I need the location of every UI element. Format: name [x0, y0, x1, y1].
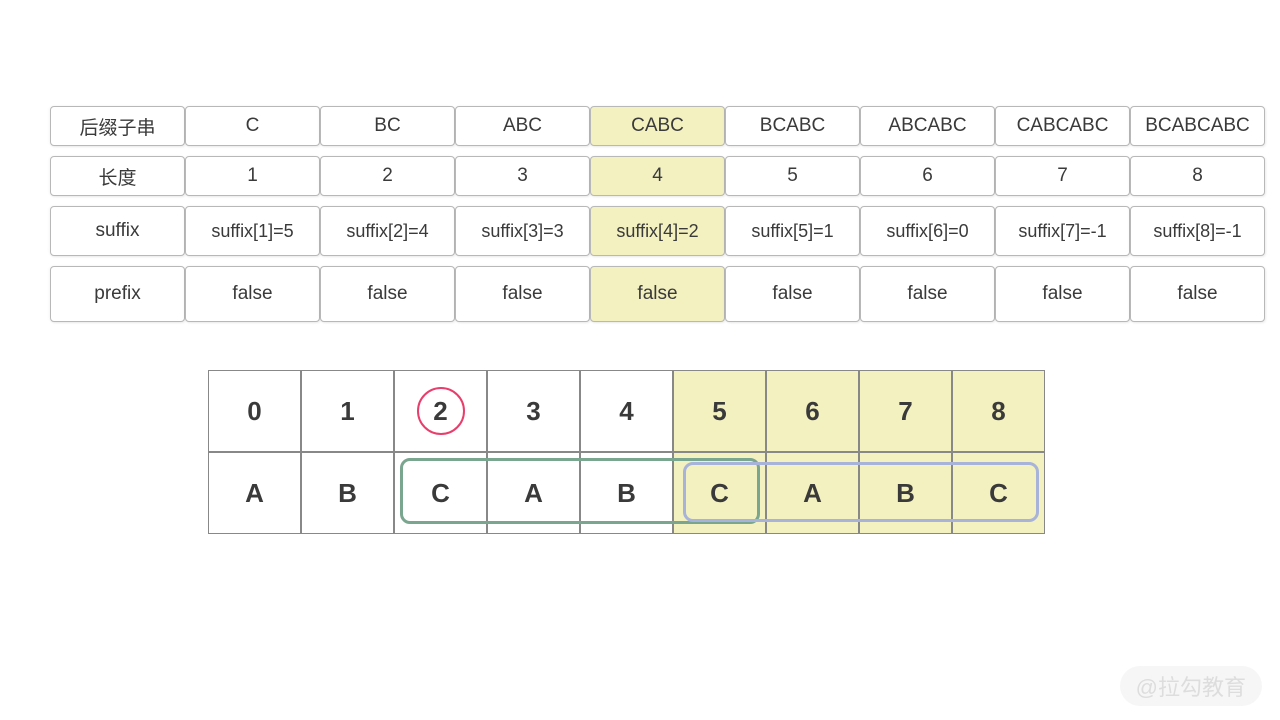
table-cell: 8 — [1130, 156, 1265, 196]
table-cell: false — [995, 266, 1130, 322]
row-label: 长度 — [50, 156, 185, 196]
table-cell: suffix[1]=5 — [185, 206, 320, 256]
table-cell: false — [725, 266, 860, 322]
table-cell: BC — [320, 106, 455, 146]
row-label: suffix — [50, 206, 185, 256]
table-cell: 2 — [320, 156, 455, 196]
char-cell: C — [673, 452, 766, 534]
table-cell: suffix[3]=3 — [455, 206, 590, 256]
char-cell: C — [952, 452, 1045, 534]
table-cell: false — [185, 266, 320, 322]
lower-table-container: 012345678ABCABCABC — [208, 370, 1045, 534]
table-cell: 1 — [185, 156, 320, 196]
table-cell: BCABC — [725, 106, 860, 146]
index-cell: 0 — [208, 370, 301, 452]
index-string-table: 012345678ABCABCABC — [208, 370, 1045, 534]
table-cell: CABC — [590, 106, 725, 146]
table-cell: 7 — [995, 156, 1130, 196]
table-cell: 6 — [860, 156, 995, 196]
row-label: prefix — [50, 266, 185, 322]
index-cell: 5 — [673, 370, 766, 452]
index-cell: 8 — [952, 370, 1045, 452]
table-cell: false — [1130, 266, 1265, 322]
table-cell: 3 — [455, 156, 590, 196]
table-cell: false — [455, 266, 590, 322]
table-cell: suffix[8]=-1 — [1130, 206, 1265, 256]
table-cell: suffix[4]=2 — [590, 206, 725, 256]
table-cell: false — [860, 266, 995, 322]
table-cell: ABCABC — [860, 106, 995, 146]
circle-highlight — [417, 387, 465, 435]
char-cell: A — [487, 452, 580, 534]
index-cell: 4 — [580, 370, 673, 452]
suffix-prefix-table: 后缀子串CBCABCCABCBCABCABCABCCABCABCBCABCABC… — [50, 106, 1265, 322]
char-cell: B — [301, 452, 394, 534]
index-cell: 3 — [487, 370, 580, 452]
table-cell: C — [185, 106, 320, 146]
row-label: 后缀子串 — [50, 106, 185, 146]
watermark: @拉勾教育 — [1120, 666, 1262, 706]
index-cell: 2 — [394, 370, 487, 452]
table-cell: BCABCABC — [1130, 106, 1265, 146]
char-cell: C — [394, 452, 487, 534]
table-cell: suffix[2]=4 — [320, 206, 455, 256]
table-cell: false — [590, 266, 725, 322]
table-cell: CABCABC — [995, 106, 1130, 146]
table-cell: suffix[7]=-1 — [995, 206, 1130, 256]
index-cell: 1 — [301, 370, 394, 452]
upper-table-container: 后缀子串CBCABCCABCBCABCABCABCCABCABCBCABCABC… — [50, 106, 1265, 322]
table-cell: ABC — [455, 106, 590, 146]
char-cell: A — [766, 452, 859, 534]
table-cell: false — [320, 266, 455, 322]
char-cell: A — [208, 452, 301, 534]
table-cell: 5 — [725, 156, 860, 196]
char-cell: B — [859, 452, 952, 534]
index-cell: 7 — [859, 370, 952, 452]
index-cell: 6 — [766, 370, 859, 452]
table-cell: 4 — [590, 156, 725, 196]
table-cell: suffix[6]=0 — [860, 206, 995, 256]
table-cell: suffix[5]=1 — [725, 206, 860, 256]
char-cell: B — [580, 452, 673, 534]
